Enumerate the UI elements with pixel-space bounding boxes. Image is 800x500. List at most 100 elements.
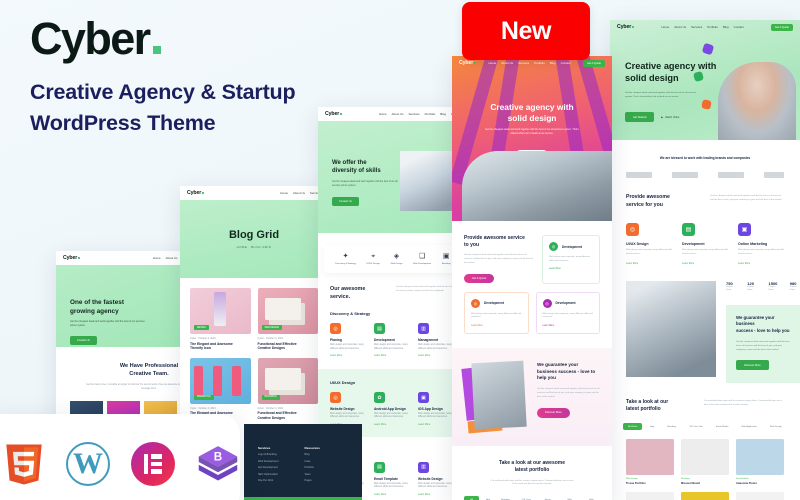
mockup-green-homepage[interactable]: Cyber Home About Us Services Portfolio B… [610, 20, 800, 500]
filter-chip-active[interactable]: All Works [623, 423, 643, 431]
filter-chip[interactable]: App [645, 423, 659, 430]
nav-link[interactable]: Home [662, 25, 670, 29]
nav-link[interactable]: Portfolio [534, 61, 545, 65]
footer-link[interactable]: Web Development [258, 460, 279, 463]
learn-more-link[interactable]: Learn More [471, 325, 522, 327]
service-card[interactable]: ▤ Development Web design and corporate, ma… [374, 323, 412, 357]
portfolio-item[interactable]: Branding Missouri Brand [681, 439, 729, 485]
post-title-line2[interactable]: Themify Icon [190, 346, 251, 351]
filter-chip[interactable]: Web Application [736, 423, 762, 430]
footer-link[interactable]: SEO Optimization [258, 473, 279, 476]
learn-more-link[interactable]: Learn More [418, 423, 456, 426]
nav-link[interactable]: Blog [440, 112, 446, 116]
filter-chip[interactable]: Branding [497, 496, 514, 500]
service-card[interactable]: ▣ Online Marketing Web design and corpor… [738, 223, 784, 265]
footer-link[interactable]: Logo & Branding [258, 453, 279, 456]
watch-video-button[interactable]: ▶ Watch Video [661, 116, 679, 119]
learn-more-link[interactable]: Learn More [374, 493, 412, 496]
learn-more-link[interactable]: Learn More [374, 423, 412, 426]
nav-link[interactable]: Blog [550, 61, 556, 65]
service-card[interactable]: ▥ Management Web design and corporate, man… [418, 323, 456, 357]
service-cta-button[interactable]: Get A Quote [464, 273, 495, 283]
nav-cta-button[interactable]: Get A Quote [582, 59, 605, 67]
service-card[interactable]: ◎ Planing Web design and corporate, many d… [330, 323, 368, 357]
post-tag[interactable]: DESIGN [194, 325, 209, 330]
guarantee-cta-button[interactable]: Discover More [537, 407, 570, 418]
footer-link[interactable]: App Development [258, 466, 279, 469]
nav-link[interactable]: Services [518, 61, 529, 65]
service-card[interactable]: ▤ Development Web design and corporate, … [682, 223, 728, 265]
service-card[interactable]: ▣ iOS App Design Web design and corporate,… [418, 392, 456, 426]
portfolio-filter-bar[interactable]: All Works App Branding CIS Case Site Soc… [464, 496, 600, 500]
service-card[interactable]: ▤ Email Template Web design and corporate,… [374, 461, 412, 496]
learn-more-link[interactable]: Learn More [543, 325, 594, 327]
filter-chip[interactable]: CIS Case Site [684, 423, 708, 430]
nav-link[interactable]: Home [489, 61, 497, 65]
learn-more-link[interactable]: Learn More [626, 262, 672, 265]
feature-item[interactable]: ✦ Discovery & Strategy [335, 253, 355, 265]
portfolio-item[interactable]: CIS Case SiteMinimal App [736, 491, 784, 500]
nav-link[interactable]: Contact [734, 25, 744, 29]
nav-link[interactable]: About Us [293, 191, 305, 195]
post-tag[interactable]: WEB DESIGN [261, 325, 283, 330]
feature-item[interactable]: ▣ Branding [442, 253, 451, 265]
nav-link[interactable]: Services [691, 25, 702, 29]
footer-link[interactable]: Team [305, 473, 320, 476]
nav-link[interactable]: About Us [501, 61, 513, 65]
hero-cta-button[interactable]: Contact Us [70, 335, 97, 345]
learn-more-link[interactable]: Learn More [418, 493, 456, 496]
nav-link[interactable]: About Us [166, 256, 178, 260]
nav-link[interactable]: About Us [392, 112, 404, 116]
post-title-line2[interactable]: Creative Designs [258, 416, 319, 421]
footer-link[interactable]: Pages [305, 479, 320, 482]
green-nav-links[interactable]: Home About Us Services Portfolio Blog Co… [662, 25, 744, 29]
footer-link[interactable]: Case [305, 460, 320, 463]
blog-post-card[interactable]: DESIGN Cyber · October 4, 2021 The Elega… [190, 288, 251, 351]
nav-link[interactable]: Services [409, 112, 420, 116]
service-card-purple[interactable]: ◎ Development Web design and corporate, m… [535, 291, 600, 334]
filter-chip[interactable]: Web Design [765, 423, 787, 430]
green-hero-ctas[interactable]: Get Started ▶ Watch Video [625, 112, 679, 122]
footer-link[interactable]: Blog [305, 453, 320, 456]
blog-post-card[interactable]: MARKETING Cyber · October 4, 2021 The El… [190, 357, 251, 421]
service-card[interactable]: ✿ Android App Design Web design and corpor… [374, 392, 412, 426]
filter-chip[interactable]: Web Application [559, 496, 579, 500]
post-title-line2[interactable]: Creative Designs [258, 346, 319, 351]
service-card-green[interactable]: ◎ Development Web design and corporate, m… [542, 235, 600, 284]
learn-more-link[interactable]: Learn More [418, 354, 456, 357]
feature-item[interactable]: ❏ Web Development [413, 253, 431, 265]
hero-cta-button[interactable]: Contact Us [332, 196, 359, 206]
filter-chip-active[interactable]: All Works [464, 496, 480, 500]
mockup-blog-navbar[interactable]: Cyber Home About Us Services [180, 186, 328, 200]
learn-more-link[interactable]: Learn More [374, 354, 412, 357]
nav-link[interactable]: Contact [561, 61, 571, 65]
green-navbar[interactable]: Cyber Home About Us Services Portfolio B… [610, 20, 800, 34]
service-card[interactable]: ◎ UI/UX Design Web design and corporate,… [626, 223, 672, 265]
hero-cta-button[interactable]: Get Started [625, 112, 655, 122]
filter-chip[interactable]: App [482, 496, 494, 500]
service-card-orange[interactable]: ◎ Development Web design and corporate, m… [464, 291, 529, 334]
gradient-nav-links[interactable]: Home About Us Services Portfolio Blog Co… [489, 61, 571, 65]
learn-more-link[interactable]: Learn More [682, 262, 728, 265]
filter-chip[interactable]: Social Media [539, 496, 557, 500]
service-card[interactable]: ◎ Website Design Web design and corporate,… [330, 392, 368, 426]
filter-chip[interactable]: Branding [662, 423, 681, 430]
post-tag[interactable]: BRANDING [261, 394, 280, 400]
portfolio-item[interactable]: Social Media Awesome Poster [736, 439, 784, 485]
nav-link[interactable]: Home [280, 191, 288, 195]
nav-link[interactable]: About Us [674, 25, 686, 29]
feature-item[interactable]: ⌖ UI/UX Design [367, 253, 380, 265]
post-tag[interactable]: MARKETING [194, 394, 214, 400]
blog-post-card[interactable]: BRANDING Cyber · October 4, 2021 Functio… [257, 357, 319, 421]
learn-more-link[interactable]: Learn More [330, 354, 368, 357]
learn-more-link[interactable]: Learn More [738, 262, 784, 265]
mockup-gradient-homepage[interactable]: Cyber Home About Us Services Portfolio B… [452, 56, 612, 500]
mockup-blog-nav-links[interactable]: Home About Us Services [280, 191, 321, 195]
filter-chip[interactable]: Social Media [711, 423, 734, 430]
nav-link[interactable]: Blog [723, 25, 729, 29]
green-portfolio-filters[interactable]: All Works App Branding CIS Case Site Soc… [610, 423, 800, 431]
portfolio-item[interactable]: App17 Card Stack [626, 491, 674, 500]
footer-link[interactable]: Pay-Per-Click [258, 479, 279, 482]
nav-link[interactable]: Home [153, 256, 161, 260]
mockup-services-navbar[interactable]: Cyber Home About Us Services Portfolio B… [318, 107, 468, 121]
